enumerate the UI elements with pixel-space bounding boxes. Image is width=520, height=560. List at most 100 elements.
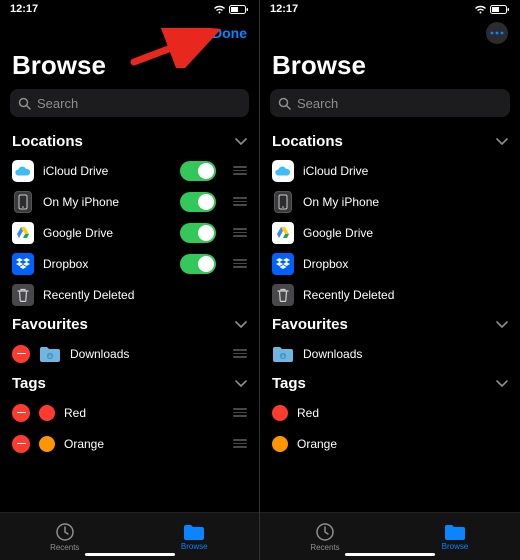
- search-icon: [278, 97, 291, 110]
- location-name: iCloud Drive: [43, 164, 171, 178]
- section-label: Tags: [12, 375, 46, 392]
- google-drive-icon: [272, 222, 294, 244]
- icloud-icon: [12, 160, 34, 182]
- section-locations[interactable]: Locations: [0, 127, 259, 155]
- done-button[interactable]: Done: [212, 25, 247, 41]
- location-row-onmyiphone[interactable]: On My iPhone: [0, 186, 259, 217]
- remove-button[interactable]: [12, 345, 30, 363]
- section-locations[interactable]: Locations: [260, 127, 520, 155]
- nav-bar: Done: [0, 18, 259, 48]
- tag-row-red[interactable]: Red: [0, 397, 259, 428]
- nav-bar: [260, 18, 520, 48]
- dropbox-icon: [12, 253, 34, 275]
- search-field[interactable]: Search: [270, 89, 510, 117]
- tag-dot-icon: [272, 405, 288, 421]
- tag-dot-icon: [39, 436, 55, 452]
- icloud-icon: [272, 160, 294, 182]
- toggle-switch[interactable]: [180, 254, 216, 274]
- toggle-switch[interactable]: [180, 223, 216, 243]
- chevron-down-icon: [235, 380, 247, 388]
- section-favourites[interactable]: Favourites: [260, 310, 520, 338]
- location-name: Recently Deleted: [43, 288, 249, 302]
- section-favourites[interactable]: Favourites: [0, 310, 259, 338]
- tag-name: Red: [64, 406, 216, 420]
- favourite-name: Downloads: [70, 347, 216, 361]
- reorder-handle[interactable]: [231, 259, 249, 268]
- toggle-switch[interactable]: [180, 161, 216, 181]
- tag-row-red[interactable]: Red: [260, 397, 520, 428]
- section-label: Locations: [272, 133, 343, 150]
- chevron-down-icon: [496, 380, 508, 388]
- section-tags[interactable]: Tags: [0, 369, 259, 397]
- content-scroll[interactable]: Locations iCloud Drive On My iPhone Goog…: [260, 127, 520, 560]
- reorder-handle[interactable]: [231, 439, 249, 448]
- iphone-icon: [14, 191, 32, 213]
- phone-editing: 12:17 Done Browse Search Locations iClou…: [0, 0, 260, 560]
- wifi-icon: [213, 5, 226, 14]
- more-button[interactable]: [486, 22, 508, 44]
- section-label: Favourites: [272, 316, 348, 333]
- status-bar: 12:17: [0, 0, 259, 18]
- clock-icon: [55, 522, 75, 542]
- favourite-row-downloads[interactable]: Downloads: [0, 338, 259, 369]
- status-time: 12:17: [10, 3, 38, 15]
- content-scroll[interactable]: Locations iCloud Drive On My iPhone Goog…: [0, 127, 259, 560]
- location-name: iCloud Drive: [303, 164, 510, 178]
- location-row-dropbox[interactable]: Dropbox: [260, 248, 520, 279]
- search-icon: [18, 97, 31, 110]
- iphone-icon: [274, 191, 292, 213]
- search-field[interactable]: Search: [10, 89, 249, 117]
- location-row-icloud[interactable]: iCloud Drive: [260, 155, 520, 186]
- home-indicator[interactable]: [345, 553, 435, 557]
- search-placeholder: Search: [297, 96, 338, 111]
- status-time: 12:17: [270, 3, 298, 15]
- tag-row-orange[interactable]: Orange: [260, 428, 520, 459]
- tab-label: Browse: [181, 542, 208, 551]
- remove-button[interactable]: [12, 435, 30, 453]
- trash-icon: [12, 284, 34, 306]
- section-tags[interactable]: Tags: [260, 369, 520, 397]
- remove-button[interactable]: [12, 404, 30, 422]
- toggle-switch[interactable]: [180, 192, 216, 212]
- status-indicators: [474, 5, 510, 14]
- location-row-dropbox[interactable]: Dropbox: [0, 248, 259, 279]
- location-row-gdrive[interactable]: Google Drive: [260, 217, 520, 248]
- location-name: Dropbox: [43, 257, 171, 271]
- favourite-row-downloads[interactable]: Downloads: [260, 338, 520, 369]
- tab-label: Browse: [442, 542, 469, 551]
- folder-icon: [444, 523, 466, 541]
- location-row-gdrive[interactable]: Google Drive: [0, 217, 259, 248]
- location-row-trash[interactable]: Recently Deleted: [260, 279, 520, 310]
- tag-row-orange[interactable]: Orange: [0, 428, 259, 459]
- wifi-icon: [474, 5, 487, 14]
- location-name: Dropbox: [303, 257, 510, 271]
- reorder-handle[interactable]: [231, 228, 249, 237]
- page-title: Browse: [260, 48, 520, 89]
- reorder-handle[interactable]: [231, 166, 249, 175]
- folder-icon: [272, 345, 294, 363]
- battery-icon: [229, 5, 249, 14]
- tag-dot-icon: [272, 436, 288, 452]
- status-bar: 12:17: [260, 0, 520, 18]
- location-row-trash[interactable]: Recently Deleted: [0, 279, 259, 310]
- location-row-onmyiphone[interactable]: On My iPhone: [260, 186, 520, 217]
- reorder-handle[interactable]: [231, 349, 249, 358]
- location-name: Google Drive: [303, 226, 510, 240]
- section-label: Locations: [12, 133, 83, 150]
- location-name: On My iPhone: [43, 195, 171, 209]
- tag-name: Orange: [64, 437, 216, 451]
- status-indicators: [213, 5, 249, 14]
- chevron-down-icon: [496, 321, 508, 329]
- tab-label: Recents: [310, 543, 339, 552]
- reorder-handle[interactable]: [231, 408, 249, 417]
- reorder-handle[interactable]: [231, 197, 249, 206]
- home-indicator[interactable]: [85, 553, 175, 557]
- location-name: On My iPhone: [303, 195, 510, 209]
- trash-icon: [272, 284, 294, 306]
- chevron-down-icon: [496, 138, 508, 146]
- location-row-icloud[interactable]: iCloud Drive: [0, 155, 259, 186]
- section-label: Favourites: [12, 316, 88, 333]
- page-title: Browse: [0, 48, 259, 89]
- phone-browse: 12:17 Browse Search Locations iCloud Dri…: [260, 0, 520, 560]
- favourite-name: Downloads: [303, 347, 510, 361]
